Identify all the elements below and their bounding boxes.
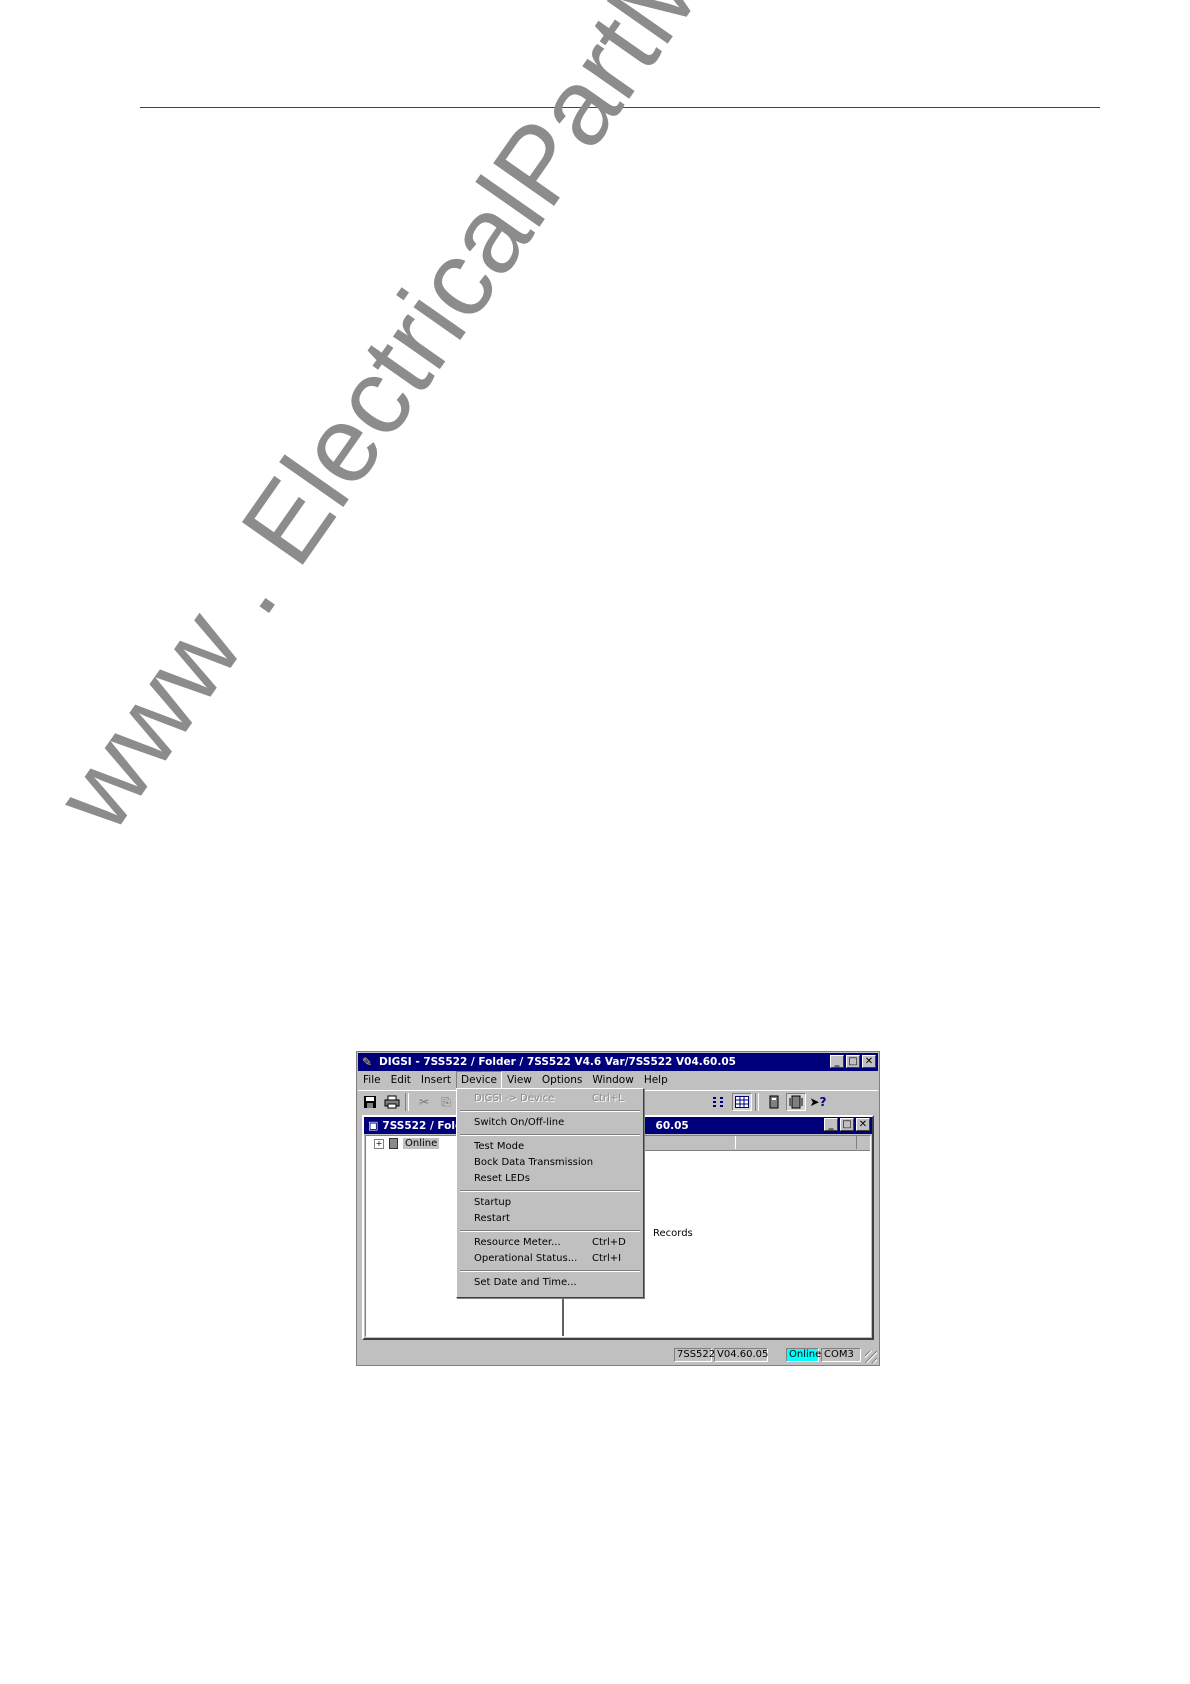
menu-separator (460, 1110, 640, 1112)
menu-item-startup[interactable]: Startup (474, 1196, 639, 1210)
window-controls: _ □ ✕ (830, 1055, 876, 1068)
child-close-button[interactable]: ✕ (856, 1118, 870, 1131)
device-icon[interactable] (764, 1093, 784, 1111)
menu-bar: File Edit Insert Device View Options Win… (358, 1071, 878, 1089)
list-view-icon[interactable] (710, 1093, 730, 1111)
menu-item-reset-leds[interactable]: Reset LEDs (474, 1172, 639, 1186)
menu-device[interactable]: Device (456, 1071, 502, 1089)
device-node-icon (389, 1138, 398, 1149)
status-version: V04.60.05 (714, 1348, 768, 1362)
menu-separator (460, 1190, 640, 1192)
menu-item-digsi-to-device[interactable]: DIGSI -> Device Ctrl+L (474, 1092, 639, 1106)
menu-window[interactable]: Window (587, 1072, 638, 1088)
device-online-icon[interactable] (786, 1093, 806, 1111)
tree-node-online[interactable]: + Online (374, 1138, 440, 1149)
child-maximize-button[interactable]: □ (840, 1118, 854, 1131)
watermark: www . ElectricalPartManuals . com (31, 0, 1085, 851)
menu-edit[interactable]: Edit (386, 1072, 416, 1088)
page-header-rule (140, 107, 1100, 108)
status-bar: 7SS522 V04.60.05 Online COM3 (358, 1346, 878, 1364)
expand-icon[interactable]: + (374, 1138, 384, 1149)
menu-item-label: DIGSI -> Device (474, 1093, 555, 1104)
list-column-header[interactable] (735, 1136, 857, 1149)
digsi-app-icon: ✎ (362, 1055, 373, 1069)
table-view-icon[interactable] (732, 1093, 752, 1111)
maximize-button[interactable]: □ (846, 1055, 860, 1068)
menu-separator (460, 1230, 640, 1232)
digsi-application-window: ✎ DIGSI - 7SS522 / Folder / 7SS522 V4.6 … (356, 1051, 880, 1366)
list-item-records[interactable]: Records (653, 1228, 693, 1239)
menu-item-label: Resource Meter... (474, 1237, 561, 1248)
status-port: COM3 (821, 1348, 861, 1362)
child-title-left: 7SS522 / Fold (382, 1119, 463, 1132)
status-online: Online (786, 1348, 821, 1362)
cut-icon[interactable]: ✂ (414, 1093, 434, 1111)
menu-item-operational-status[interactable]: Operational Status... Ctrl+I (474, 1252, 639, 1266)
resize-grip-icon[interactable] (865, 1351, 877, 1363)
app-titlebar[interactable]: ✎ DIGSI - 7SS522 / Folder / 7SS522 V4.6 … (358, 1053, 878, 1071)
menu-item-shortcut: Ctrl+L (592, 1093, 624, 1104)
minimize-button[interactable]: _ (830, 1055, 844, 1068)
menu-item-test-mode[interactable]: Test Mode (474, 1140, 639, 1154)
menu-item-block-data-transmission[interactable]: Bock Data Transmission (474, 1156, 639, 1170)
menu-item-resource-meter[interactable]: Resource Meter... Ctrl+D (474, 1236, 639, 1250)
toolbar-separator (405, 1093, 409, 1111)
menu-options[interactable]: Options (537, 1072, 588, 1088)
menu-file[interactable]: File (358, 1072, 386, 1088)
status-device: 7SS522 (674, 1348, 715, 1362)
help-arrow-icon: ➤ (809, 1095, 820, 1109)
menu-item-label: Operational Status... (474, 1253, 578, 1264)
help-question-glyph: ? (819, 1095, 827, 1109)
save-icon[interactable] (360, 1093, 380, 1111)
child-window-controls: _ □ ✕ (824, 1118, 870, 1131)
menu-item-restart[interactable]: Restart (474, 1212, 639, 1226)
menu-insert[interactable]: Insert (416, 1072, 456, 1088)
device-dropdown-menu: DIGSI -> Device Ctrl+L Switch On/Off-lin… (456, 1088, 644, 1298)
app-title: DIGSI - 7SS522 / Folder / 7SS522 V4.6 Va… (379, 1056, 736, 1068)
copy-icon[interactable]: ⎘ (436, 1093, 456, 1111)
close-button[interactable]: ✕ (862, 1055, 876, 1068)
menu-item-shortcut: Ctrl+I (592, 1253, 622, 1264)
menu-help[interactable]: Help (639, 1072, 673, 1088)
menu-view[interactable]: View (502, 1072, 537, 1088)
print-icon[interactable] (382, 1093, 402, 1111)
child-minimize-button[interactable]: _ (824, 1118, 838, 1131)
folder-icon: ▣ (368, 1119, 379, 1132)
menu-separator (460, 1134, 640, 1136)
toolbar-separator (755, 1093, 759, 1111)
context-help-icon[interactable]: ➤? (808, 1093, 828, 1111)
menu-item-set-date-time[interactable]: Set Date and Time... (474, 1276, 639, 1290)
menu-item-shortcut: Ctrl+D (592, 1237, 626, 1248)
menu-separator (460, 1270, 640, 1272)
menu-item-switch-online[interactable]: Switch On/Off-line (474, 1116, 639, 1130)
child-title-right: 60.05 (655, 1119, 689, 1132)
tree-node-label: Online (403, 1138, 440, 1149)
